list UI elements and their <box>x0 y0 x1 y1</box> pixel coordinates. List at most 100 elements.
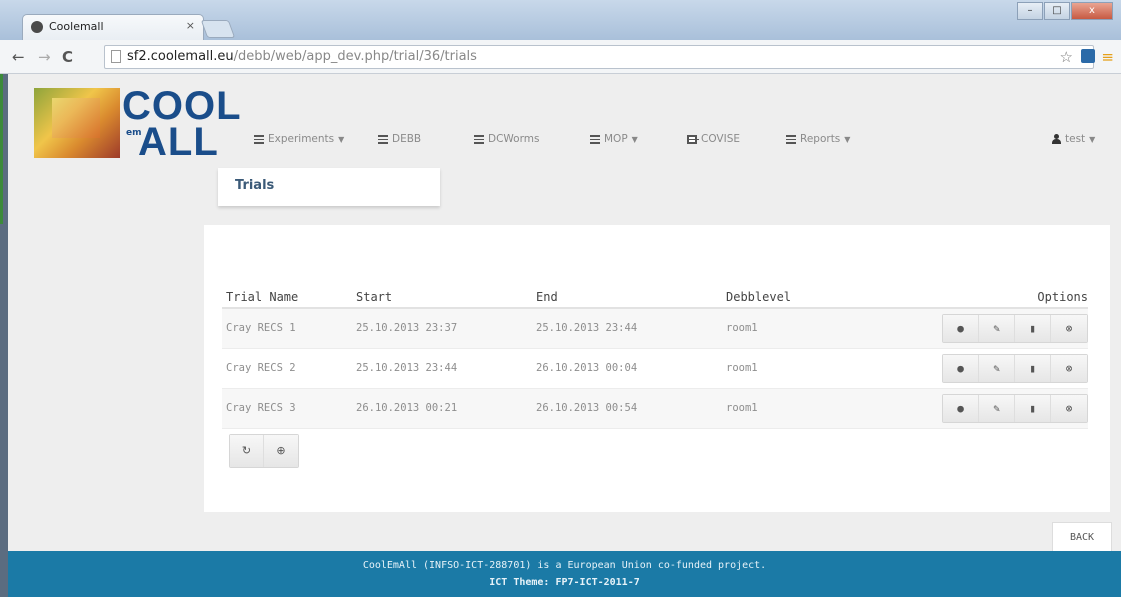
table-header-row: Trial Name Start End Debblevel Options <box>222 287 1088 309</box>
cell-start: 25.10.2013 23:37 <box>352 308 532 349</box>
nav-label: DEBB <box>392 133 422 145</box>
cell-trial-name[interactable]: Cray RECS 2 <box>222 348 352 389</box>
forward-arrow-icon[interactable]: → <box>38 48 51 66</box>
nav-debb[interactable]: DEBB <box>378 133 421 145</box>
row-actions: ● ✎ ▮ ⊗ <box>942 353 1088 383</box>
minimize-button[interactable]: – <box>1017 2 1043 20</box>
back-arrow-icon[interactable]: ← <box>12 48 25 66</box>
caret-down-icon: ▼ <box>1089 134 1096 144</box>
settings-icon[interactable]: ⊗ <box>1051 314 1087 342</box>
new-tab-button[interactable] <box>200 20 236 38</box>
cell-options: ● ✎ ▮ ⊗ <box>912 348 1088 389</box>
list-icon <box>378 134 388 144</box>
page-title-card: Trials <box>218 168 440 206</box>
maximize-button[interactable]: □ <box>1044 2 1070 20</box>
tab-close-icon[interactable]: × <box>186 19 195 32</box>
column-header-options: Options <box>912 287 1088 309</box>
cell-debblevel: room1 <box>722 348 912 389</box>
cell-start: 26.10.2013 00:21 <box>352 388 532 429</box>
nav-experiments[interactable]: Experiments ▼ <box>254 133 344 145</box>
caret-down-icon: ▼ <box>844 134 851 144</box>
trials-panel: Trial Name Start End Debblevel Options C… <box>204 225 1110 512</box>
list-icon <box>254 134 264 144</box>
reload-icon[interactable]: C <box>62 48 73 66</box>
column-header-end[interactable]: End <box>532 287 722 309</box>
list-icon <box>474 134 484 144</box>
browser-tab[interactable]: Coolemall × <box>22 14 204 40</box>
view-icon[interactable]: ● <box>943 314 979 342</box>
delete-icon[interactable]: ▮ <box>1015 394 1051 422</box>
delete-icon[interactable]: ▮ <box>1015 354 1051 382</box>
cell-trial-name[interactable]: Cray RECS 1 <box>222 308 352 349</box>
nav-label: Reports <box>800 133 841 145</box>
user-name: test <box>1065 133 1086 145</box>
cell-debblevel: room1 <box>722 388 912 429</box>
view-icon[interactable]: ● <box>943 354 979 382</box>
back-button[interactable]: BACK <box>1052 522 1112 552</box>
nav-user-menu[interactable]: test ▼ <box>1052 133 1095 145</box>
window-titlebar: Coolemall × – □ x <box>0 0 1121 40</box>
cell-trial-name[interactable]: Cray RECS 3 <box>222 388 352 429</box>
caret-down-icon: ▼ <box>338 134 345 144</box>
url-host: sf2.coolemall.eu <box>127 49 234 64</box>
bookmark-star-icon[interactable]: ☆ <box>1060 48 1073 66</box>
logo-text-bottom: ALL <box>138 120 219 164</box>
caret-down-icon: ▼ <box>631 134 638 144</box>
menu-icon[interactable]: ≡ <box>1101 48 1114 66</box>
footer-line-1: CoolEmAll (INFSO-ICT-288701) is a Europe… <box>362 560 767 571</box>
nav-dcworms[interactable]: DCWorms <box>474 133 539 145</box>
cell-options: ● ✎ ▮ ⊗ <box>912 388 1088 429</box>
page-icon <box>111 50 121 63</box>
url-text: sf2.coolemall.eu/debb/web/app_dev.php/tr… <box>127 46 477 68</box>
nav-label: Experiments <box>268 133 335 145</box>
window-controls: – □ x <box>1017 2 1113 20</box>
trials-table: Trial Name Start End Debblevel Options C… <box>222 287 1088 429</box>
cell-end: 26.10.2013 00:54 <box>532 388 722 429</box>
url-path: /debb/web/app_dev.php/trial/36/trials <box>233 49 477 64</box>
nav-label: DCWorms <box>488 133 540 145</box>
browser-toolbar: ← → C sf2.coolemall.eu/debb/web/app_dev.… <box>0 40 1121 74</box>
column-header-debblevel[interactable]: Debblevel <box>722 287 912 309</box>
nav-mop[interactable]: MOP ▼ <box>590 133 638 145</box>
cell-end: 26.10.2013 00:04 <box>532 348 722 389</box>
logo-image[interactable] <box>34 88 120 158</box>
table-row: Cray RECS 3 26.10.2013 00:21 26.10.2013 … <box>222 388 1088 429</box>
window-border-accent <box>0 74 3 224</box>
table-row: Cray RECS 2 25.10.2013 23:44 26.10.2013 … <box>222 348 1088 389</box>
edit-icon[interactable]: ✎ <box>979 394 1015 422</box>
list-icon <box>590 134 600 144</box>
nav-label: COVISE <box>701 133 740 145</box>
view-icon[interactable]: ● <box>943 394 979 422</box>
row-actions: ● ✎ ▮ ⊗ <box>942 393 1088 423</box>
nav-reports[interactable]: Reports ▼ <box>786 133 850 145</box>
edit-icon[interactable]: ✎ <box>979 354 1015 382</box>
cell-debblevel: room1 <box>722 308 912 349</box>
nav-label: MOP <box>604 133 628 145</box>
tab-title: Coolemall <box>49 20 104 33</box>
page-title: Trials <box>235 178 275 193</box>
column-header-trial-name[interactable]: Trial Name <box>222 287 352 309</box>
cell-options: ● ✎ ▮ ⊗ <box>912 308 1088 349</box>
edit-icon[interactable]: ✎ <box>979 314 1015 342</box>
row-actions: ● ✎ ▮ ⊗ <box>942 313 1088 343</box>
page: COOL em ALL Experiments ▼ DEBB DCWorms M… <box>8 74 1121 597</box>
close-window-button[interactable]: x <box>1071 2 1113 20</box>
table-row: Cray RECS 1 25.10.2013 23:37 25.10.2013 … <box>222 308 1088 349</box>
settings-icon[interactable]: ⊗ <box>1051 354 1087 382</box>
footer: CoolEmAll (INFSO-ICT-288701) is a Europe… <box>8 551 1121 597</box>
cube-icon <box>687 134 699 144</box>
settings-icon[interactable]: ⊗ <box>1051 394 1087 422</box>
refresh-icon[interactable]: ↻ <box>230 435 264 467</box>
favicon-icon <box>31 21 43 33</box>
tool-buttons: ↻ ⊕ <box>229 434 299 468</box>
cell-end: 25.10.2013 23:44 <box>532 308 722 349</box>
list-icon <box>786 134 796 144</box>
nav-covise[interactable]: COVISE <box>687 133 740 145</box>
column-header-start[interactable]: Start <box>352 287 532 309</box>
extension-icon[interactable] <box>1081 49 1095 63</box>
delete-icon[interactable]: ▮ <box>1015 314 1051 342</box>
navbar: COOL em ALL Experiments ▼ DEBB DCWorms M… <box>8 74 1121 198</box>
address-bar[interactable]: sf2.coolemall.eu/debb/web/app_dev.php/tr… <box>104 45 1094 69</box>
add-icon[interactable]: ⊕ <box>264 435 298 467</box>
cell-start: 25.10.2013 23:44 <box>352 348 532 389</box>
